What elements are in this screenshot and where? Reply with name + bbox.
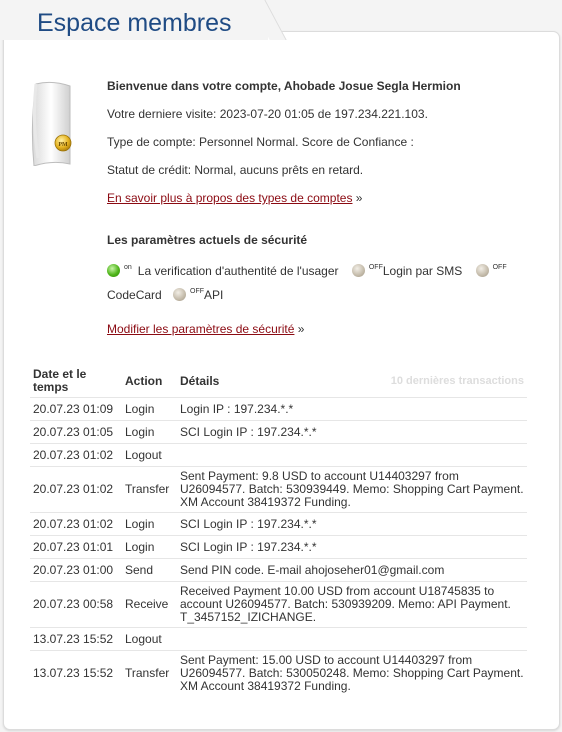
table-row: 13.07.23 15:52 Logout [30, 627, 527, 651]
row-date: 20.07.23 01:02 [30, 443, 122, 467]
row-details: Login IP : 197.234.*.* [177, 397, 527, 421]
table-row: 20.07.23 01:09 Login Login IP : 197.234.… [30, 397, 527, 421]
row-details [177, 443, 527, 467]
row-date: 20.07.23 01:02 [30, 512, 122, 536]
row-date: 20.07.23 01:09 [30, 397, 122, 421]
modify-security-link[interactable]: Modifier les paramètres de sécurité [107, 322, 294, 336]
row-action: Login [122, 397, 177, 421]
table-row: 20.07.23 00:58 Receive Received Payment … [30, 581, 527, 628]
col-details-header: Détails [180, 373, 220, 388]
api-label: API [204, 288, 224, 302]
row-action: Login [122, 512, 177, 536]
status-on-icon [107, 264, 120, 277]
badge-text: PM [58, 142, 68, 148]
row-date: 20.07.23 00:58 [30, 581, 122, 628]
col-action-header: Action [125, 373, 163, 388]
row-date: 20.07.23 01:02 [30, 466, 122, 513]
user-auth-state: on [124, 264, 132, 271]
row-action: Login [122, 535, 177, 559]
row-details: Received Payment 10.00 USD from account … [177, 581, 527, 628]
page-title: Espace membres [37, 9, 232, 37]
row-details: SCI Login IP : 197.234.*.* [177, 535, 527, 559]
table-row: 20.07.23 01:01 Login SCI Login IP : 197.… [30, 535, 527, 559]
table-row: 20.07.23 01:05 Login SCI Login IP : 197.… [30, 420, 527, 444]
row-details: Send PIN code. E-mail ahojoseher01@gmail… [177, 558, 527, 582]
status-off-icon [475, 264, 489, 277]
table-row: 13.07.23 15:52 Transfer Sent Payment: 15… [30, 650, 527, 696]
row-date: 13.07.23 15:52 [30, 650, 122, 696]
row-action: Receive [122, 581, 177, 628]
table-row: 20.07.23 01:02 Logout [30, 443, 527, 467]
row-details: Sent Payment: 9.8 USD to account U144032… [177, 466, 527, 513]
row-date: 20.07.23 01:05 [30, 420, 122, 444]
row-action: Login [122, 420, 177, 444]
transactions-count-label: 10 dernières transactions [390, 374, 524, 387]
security-heading: Les paramètres actuels de sécurité [107, 233, 308, 247]
table-row: 20.07.23 01:02 Transfer Sent Payment: 9.… [30, 466, 527, 513]
row-date: 20.07.23 01:00 [30, 558, 122, 582]
row-action: Transfer [122, 650, 177, 696]
learn-more-row: En savoir plus à propos des types de com… [107, 191, 362, 205]
row-details: Sent Payment: 15.00 USD to account U1440… [177, 650, 527, 696]
learn-more-link[interactable]: En savoir plus à propos des types de com… [107, 191, 352, 205]
row-action: Transfer [122, 466, 177, 513]
sms-login-state: OFF [368, 264, 383, 271]
table-row: 20.07.23 01:02 Login SCI Login IP : 197.… [30, 512, 527, 536]
row-details: SCI Login IP : 197.234.*.* [177, 420, 527, 444]
learn-more-suffix: » [352, 191, 363, 205]
col-date-header: Date et le temps [33, 367, 87, 394]
table-row: 20.07.23 01:00 Send Send PIN code. E-mai… [30, 558, 527, 582]
sms-login-label: Login par SMS [382, 264, 463, 278]
row-date: 20.07.23 01:01 [30, 535, 122, 559]
row-action: Send [122, 558, 177, 582]
status-off-icon [173, 288, 187, 301]
credit-status-text: Statut de crédit: Normal, aucuns prêts e… [107, 163, 364, 177]
security-row-1: on La verification d'authentité de l'usag… [107, 264, 513, 278]
row-details [177, 627, 527, 651]
codecard-label: CodeCard [107, 288, 162, 302]
transactions-table: Date et le temps Action Détails 10 derni… [30, 366, 527, 696]
table-header-row: Date et le temps Action Détails 10 derni… [30, 366, 527, 398]
row-action: Logout [122, 627, 177, 651]
last-visit-text: Votre derniere visite: 2023-07-20 01:05 … [107, 107, 428, 121]
modify-security-row: Modifier les paramètres de sécurité » [107, 322, 304, 336]
row-date: 13.07.23 15:52 [30, 627, 122, 651]
account-badge-icon: PM [31, 81, 72, 166]
welcome-text: Bienvenue dans votre compte, Ahobade Jos… [107, 79, 461, 93]
api-state: OFF [190, 288, 205, 295]
security-row-2: CodeCard OFFAPI [107, 288, 223, 302]
status-off-icon [351, 264, 365, 277]
row-action: Logout [122, 443, 177, 467]
user-auth-label: La verification d'authentité de l'usager [137, 264, 339, 278]
modify-security-suffix: » [294, 322, 305, 336]
codecard-state: OFF [492, 264, 507, 271]
row-details: SCI Login IP : 197.234.*.* [177, 512, 527, 536]
account-type-text: Type de compte: Personnel Normal. Score … [107, 135, 414, 149]
